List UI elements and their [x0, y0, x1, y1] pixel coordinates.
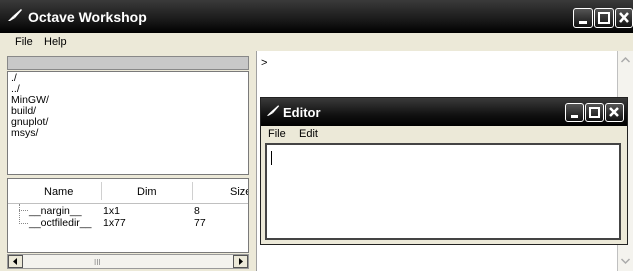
directory-entry[interactable]: msys/ [11, 128, 38, 139]
editor-window: Editor File Edit [260, 97, 628, 245]
scroll-grip[interactable]: III [94, 258, 101, 267]
app-brush-icon [7, 8, 23, 22]
variables-table: Name Dim Size __nargin__ 1x1 8 __octfile… [7, 178, 249, 253]
menu-file[interactable]: File [15, 36, 33, 48]
menu-bar: File Help [0, 33, 633, 51]
horizontal-scrollbar[interactable]: III [7, 254, 249, 269]
variable-name: __nargin__ [29, 205, 82, 217]
editor-text-area[interactable] [265, 143, 621, 240]
maximize-icon [598, 12, 610, 24]
maximize-button[interactable] [594, 8, 614, 28]
scroll-left-button[interactable] [8, 255, 23, 268]
editor-menu-bar: File Edit [261, 126, 627, 142]
minimize-button[interactable] [573, 8, 593, 28]
variable-dim: 1x1 [103, 205, 120, 217]
close-button[interactable] [615, 8, 633, 28]
editor-title-bar[interactable]: Editor [261, 98, 627, 126]
editor-close-button[interactable] [605, 103, 624, 122]
variable-size: 8 [194, 205, 200, 217]
arrow-right-icon [239, 258, 243, 265]
editor-title: Editor [283, 105, 321, 120]
menu-help[interactable]: Help [44, 36, 67, 48]
editor-minimize-button[interactable] [565, 103, 584, 122]
main-title-bar[interactable]: Octave Workshop [0, 0, 633, 33]
text-caret [271, 151, 272, 165]
window-title: Octave Workshop [28, 9, 147, 25]
table-row[interactable]: __nargin__ 1x1 8 [8, 205, 248, 217]
column-header-name[interactable]: Name [44, 186, 73, 198]
scroll-right-button[interactable] [233, 255, 248, 268]
editor-maximize-button[interactable] [585, 103, 604, 122]
column-header-dim[interactable]: Dim [137, 186, 157, 198]
variable-name: __octfiledir__ [29, 217, 92, 229]
minimize-icon [579, 21, 587, 24]
console-prompt: > [261, 57, 268, 69]
editor-brush-icon [266, 104, 280, 120]
variable-size: 77 [194, 217, 206, 229]
column-header-size[interactable]: Size [230, 186, 248, 198]
arrow-down-icon[interactable] [619, 254, 632, 268]
table-row[interactable]: __octfiledir__ 1x77 77 [8, 217, 248, 229]
variables-header: Name Dim Size [8, 179, 248, 204]
close-icon [609, 107, 619, 117]
editor-menu-file[interactable]: File [268, 128, 286, 140]
editor-menu-edit[interactable]: Edit [299, 128, 318, 140]
arrow-up-icon[interactable] [619, 53, 632, 67]
arrow-left-icon [13, 258, 17, 265]
column-divider[interactable] [101, 182, 102, 200]
column-divider[interactable] [192, 182, 193, 200]
close-icon [619, 12, 629, 23]
current-directory-field[interactable] [7, 56, 249, 70]
maximize-icon [589, 107, 600, 118]
minimize-icon [571, 115, 578, 118]
variable-dim: 1x77 [103, 217, 126, 229]
directory-list[interactable]: ./ ../ MinGW/ build/ gnuplot/ msys/ [7, 71, 249, 175]
left-pane: ./ ../ MinGW/ build/ gnuplot/ msys/ Name… [0, 51, 256, 271]
